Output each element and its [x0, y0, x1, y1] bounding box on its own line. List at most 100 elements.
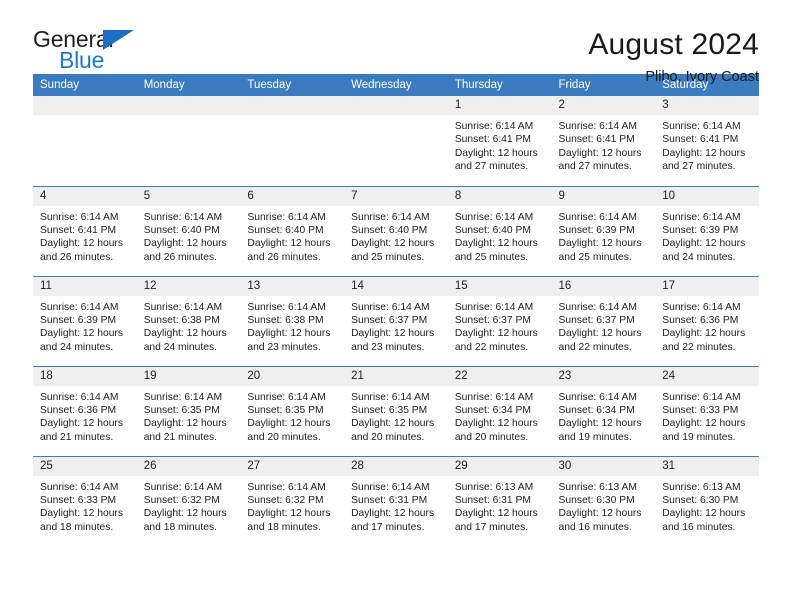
calendar-day-cell[interactable]: 28 Sunrise: 6:14 AM Sunset: 6:31 PM Dayligh…: [344, 455, 448, 546]
calendar-day-cell[interactable]: 23 Sunrise: 6:14 AM Sunset: 6:34 PM Dayligh…: [551, 365, 656, 456]
sunrise-text: Sunrise: 6:14 AM: [40, 391, 119, 403]
day-details: Sunrise: 6:14 AM Sunset: 6:36 PM Daylight:…: [33, 386, 137, 445]
calendar-day-cell[interactable]: 17 Sunrise: 6:14 AM Sunset: 6:36 PM Dayligh…: [655, 275, 759, 366]
sunrise-text: Sunrise: 6:14 AM: [40, 301, 119, 313]
daylight-text: Daylight: 12 hours and 24 minutes.: [143, 328, 227, 353]
calendar-day-cell[interactable]: 19 Sunrise: 6:14 AM Sunset: 6:35 PM Dayligh…: [136, 365, 241, 456]
daylight-text: Daylight: 12 hours and 20 minutes.: [247, 418, 331, 443]
sunrise-text: Sunrise: 6:14 AM: [662, 121, 741, 132]
calendar-day-cell[interactable]: 14 Sunrise: 6:14 AM Sunset: 6:37 PM Dayligh…: [344, 275, 448, 366]
day-number: 31: [655, 456, 759, 476]
day-number: 27: [240, 456, 345, 476]
day-number: 21: [344, 366, 448, 386]
calendar-day-cell[interactable]: 29 Sunrise: 6:13 AM Sunset: 6:31 PM Dayligh…: [447, 455, 552, 546]
sunset-text: Sunset: 6:41 PM: [558, 134, 635, 146]
day-details: Sunrise: 6:14 AM Sunset: 6:41 PM Daylight:…: [33, 206, 137, 265]
sunset-text: Sunset: 6:35 PM: [143, 404, 220, 416]
calendar-day-cell[interactable]: 6 Sunrise: 6:14 AM Sunset: 6:40 PM Daylight…: [240, 185, 345, 276]
day-number: 12: [136, 276, 241, 296]
day-number: 15: [447, 276, 552, 296]
day-details: Sunrise: 6:14 AM Sunset: 6:35 PM Daylight:…: [344, 386, 448, 445]
sunrise-text: Sunrise: 6:14 AM: [662, 211, 741, 223]
daylight-text: Daylight: 12 hours and 24 minutes.: [662, 238, 746, 263]
calendar-day-cell[interactable]: 10 Sunrise: 6:14 AM Sunset: 6:39 PM Dayligh…: [655, 185, 759, 276]
day-details: Sunrise: 6:14 AM Sunset: 6:40 PM Daylight:…: [448, 206, 552, 265]
calendar-day-cell[interactable]: 9 Sunrise: 6:14 AM Sunset: 6:39 PM Daylight…: [551, 185, 656, 276]
page-header: General Blue August 2024 Plibo, Ivory Co…: [33, 0, 759, 86]
daylight-text: Daylight: 12 hours and 25 minutes.: [351, 238, 435, 263]
calendar-day-cell[interactable]: 11 Sunrise: 6:14 AM Sunset: 6:39 PM Dayligh…: [33, 275, 137, 366]
calendar-day-cell[interactable]: 12 Sunrise: 6:14 AM Sunset: 6:38 PM Dayligh…: [136, 275, 241, 366]
logo-triangle-icon: [103, 30, 134, 50]
calendar-day-cell[interactable]: 7 Sunrise: 6:14 AM Sunset: 6:40 PM Daylight…: [344, 185, 448, 276]
day-number: 9: [551, 186, 656, 206]
sunset-text: Sunset: 6:32 PM: [247, 494, 324, 506]
day-number: 30: [551, 456, 656, 476]
calendar-week-row: 25 Sunrise: 6:14 AM Sunset: 6:33 PM Dayligh…: [33, 455, 759, 546]
day-details: Sunrise: 6:14 AM Sunset: 6:38 PM Daylight:…: [240, 296, 344, 355]
calendar-table: Sunday Monday Tuesday Wednesday Thursday…: [33, 74, 759, 546]
calendar-day-cell[interactable]: 18 Sunrise: 6:14 AM Sunset: 6:36 PM Dayligh…: [33, 365, 137, 456]
day-number: 26: [136, 456, 241, 476]
calendar-cell-empty: [240, 96, 345, 186]
sunrise-text: Sunrise: 6:14 AM: [40, 211, 119, 223]
sunset-text: Sunset: 6:34 PM: [454, 404, 531, 416]
day-number: 22: [447, 366, 552, 386]
calendar-day-cell[interactable]: 15 Sunrise: 6:14 AM Sunset: 6:37 PM Dayligh…: [447, 275, 552, 366]
day-details: Sunrise: 6:14 AM Sunset: 6:39 PM Daylight:…: [33, 296, 137, 355]
calendar-day-cell[interactable]: 20 Sunrise: 6:14 AM Sunset: 6:35 PM Dayligh…: [240, 365, 345, 456]
calendar-day-cell[interactable]: 16 Sunrise: 6:14 AM Sunset: 6:37 PM Dayligh…: [551, 275, 656, 366]
sunrise-text: Sunrise: 6:14 AM: [143, 301, 223, 313]
calendar-day-cell[interactable]: 8 Sunrise: 6:14 AM Sunset: 6:40 PM Daylight…: [447, 185, 552, 276]
calendar-day-cell[interactable]: 26 Sunrise: 6:14 AM Sunset: 6:32 PM Dayligh…: [136, 455, 241, 546]
daylight-text: Daylight: 12 hours and 25 minutes.: [454, 238, 538, 263]
sunset-text: Sunset: 6:37 PM: [558, 314, 635, 326]
calendar-day-cell[interactable]: 30 Sunrise: 6:13 AM Sunset: 6:30 PM Dayligh…: [551, 455, 656, 546]
logo-text-blue: Blue: [59, 47, 105, 73]
day-details: Sunrise: 6:14 AM Sunset: 6:41 PM Daylight:…: [655, 115, 759, 174]
calendar-day-cell[interactable]: 27 Sunrise: 6:14 AM Sunset: 6:32 PM Dayligh…: [240, 455, 345, 546]
sunset-text: Sunset: 6:39 PM: [662, 224, 739, 236]
calendar-day-cell[interactable]: 1 Sunrise: 6:14 AM Sunset: 6:41 PM Daylight…: [447, 96, 552, 186]
sunset-text: Sunset: 6:35 PM: [247, 404, 324, 416]
day-number: 13: [240, 276, 345, 296]
daylight-text: Daylight: 12 hours and 26 minutes.: [143, 238, 227, 263]
day-number: 1: [447, 96, 552, 115]
daylight-text: Daylight: 12 hours and 18 minutes.: [40, 508, 123, 533]
sunset-text: Sunset: 6:34 PM: [558, 404, 635, 416]
calendar-day-cell[interactable]: 21 Sunrise: 6:14 AM Sunset: 6:35 PM Dayligh…: [344, 365, 448, 456]
calendar-day-cell[interactable]: 24 Sunrise: 6:14 AM Sunset: 6:33 PM Dayligh…: [655, 365, 759, 456]
day-details: Sunrise: 6:14 AM Sunset: 6:38 PM Daylight:…: [137, 296, 241, 355]
calendar-day-cell[interactable]: 31 Sunrise: 6:13 AM Sunset: 6:30 PM Dayligh…: [655, 455, 759, 546]
calendar-cell-empty: [344, 96, 448, 186]
calendar-day-cell[interactable]: 4 Sunrise: 6:14 AM Sunset: 6:41 PM Daylight…: [33, 185, 137, 276]
calendar-week-row: 4 Sunrise: 6:14 AM Sunset: 6:41 PM Daylight…: [33, 185, 759, 276]
day-number: 20: [240, 366, 345, 386]
sunset-text: Sunset: 6:38 PM: [143, 314, 220, 326]
calendar-day-cell[interactable]: 5 Sunrise: 6:14 AM Sunset: 6:40 PM Daylight…: [136, 185, 241, 276]
day-number: 23: [551, 366, 656, 386]
day-details: Sunrise: 6:14 AM Sunset: 6:31 PM Daylight:…: [344, 476, 448, 535]
page-title: August 2024: [588, 28, 759, 61]
daylight-text: Daylight: 12 hours and 23 minutes.: [351, 328, 435, 353]
calendar-day-cell[interactable]: 13 Sunrise: 6:14 AM Sunset: 6:38 PM Dayligh…: [240, 275, 345, 366]
sunrise-text: Sunrise: 6:14 AM: [454, 211, 534, 223]
calendar-day-cell[interactable]: 25 Sunrise: 6:14 AM Sunset: 6:33 PM Dayligh…: [33, 455, 137, 546]
day-details: Sunrise: 6:14 AM Sunset: 6:34 PM Daylight:…: [552, 386, 656, 445]
sunrise-text: Sunrise: 6:13 AM: [662, 481, 741, 493]
calendar-day-cell[interactable]: 3 Sunrise: 6:14 AM Sunset: 6:41 PM Daylight…: [655, 96, 759, 186]
calendar-day-cell[interactable]: 22 Sunrise: 6:14 AM Sunset: 6:34 PM Dayligh…: [447, 365, 552, 456]
day-number: 8: [447, 186, 552, 206]
weekday-header-tuesday: Tuesday: [240, 74, 345, 96]
day-details: Sunrise: 6:14 AM Sunset: 6:36 PM Daylight:…: [655, 296, 759, 355]
calendar-day-cell[interactable]: 2 Sunrise: 6:14 AM Sunset: 6:41 PM Daylight…: [551, 96, 656, 186]
sunset-text: Sunset: 6:41 PM: [662, 134, 739, 146]
sunrise-text: Sunrise: 6:14 AM: [351, 391, 430, 403]
day-details: Sunrise: 6:14 AM Sunset: 6:40 PM Daylight:…: [137, 206, 241, 265]
daylight-text: Daylight: 12 hours and 22 minutes.: [662, 328, 746, 353]
daylight-text: Daylight: 12 hours and 26 minutes.: [247, 238, 331, 263]
weekday-header-thursday: Thursday: [447, 74, 552, 96]
day-details: Sunrise: 6:14 AM Sunset: 6:41 PM Daylight:…: [552, 115, 656, 174]
day-details: Sunrise: 6:14 AM Sunset: 6:34 PM Daylight:…: [448, 386, 552, 445]
day-details: Sunrise: 6:14 AM Sunset: 6:37 PM Daylight:…: [552, 296, 656, 355]
